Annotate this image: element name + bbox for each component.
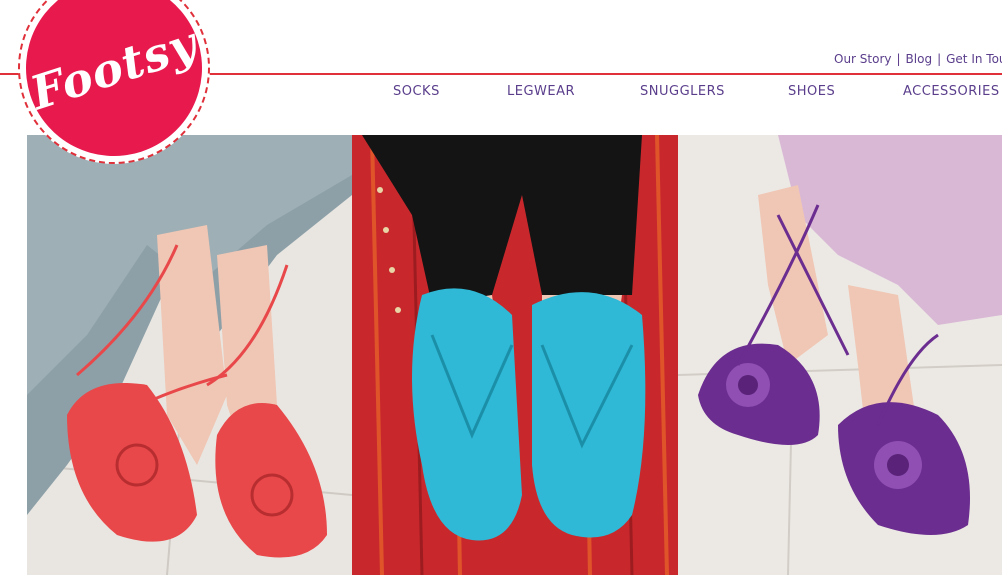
our-story-link[interactable]: Our Story	[834, 52, 892, 66]
blog-link[interactable]: Blog	[906, 52, 933, 66]
hero-photo-red-shoes[interactable]	[27, 135, 352, 575]
purple-shoes-illustration	[678, 135, 1002, 575]
logo-text: Footsy	[24, 15, 204, 121]
nav-item-socks[interactable]: SOCKS	[393, 84, 440, 99]
hero-photo-blue-shoes[interactable]	[352, 135, 678, 575]
utility-nav: Our Story | Blog | Get In Tou	[834, 52, 1002, 66]
nav-item-snugglers[interactable]: SNUGGLERS	[640, 84, 725, 99]
get-in-touch-link[interactable]: Get In Tou	[946, 52, 1002, 66]
link-separator: |	[937, 52, 942, 66]
nav-item-accessories[interactable]: ACCESSORIES	[903, 84, 1000, 99]
hero-banner[interactable]	[27, 135, 1002, 575]
nav-item-legwear[interactable]: LEGWEAR	[507, 84, 575, 99]
link-separator: |	[896, 52, 901, 66]
red-shoes-illustration	[27, 135, 352, 575]
blue-shoes-illustration	[352, 135, 678, 575]
hero-photo-purple-shoes[interactable]	[678, 135, 1002, 575]
nav-item-shoes[interactable]: SHOES	[788, 84, 835, 99]
